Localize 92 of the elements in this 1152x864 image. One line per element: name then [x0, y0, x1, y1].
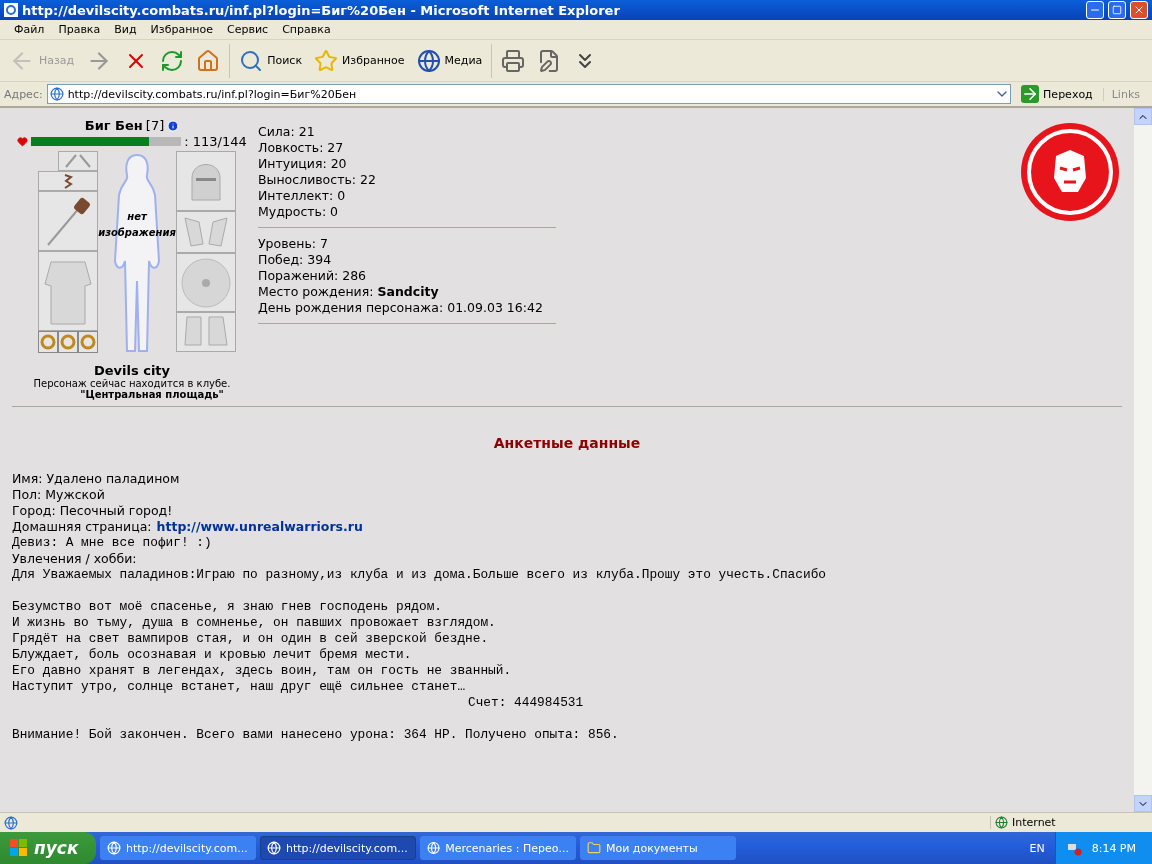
stat-line: Ловкость: 27 — [258, 140, 345, 156]
address-label: Адрес: — [4, 87, 43, 101]
refresh-icon — [160, 48, 185, 73]
item-slot[interactable] — [38, 171, 98, 191]
profile-line: Увлечения / хобби: — [12, 551, 138, 567]
profile-line: Город: Песочный город! — [12, 503, 174, 519]
stat-line: Уровень: 7 — [258, 236, 329, 252]
text-line: Внимание! Бой закончен. Всего вами нанесено урона: 364 HP. Получено опыта: 856. — [12, 727, 620, 743]
arrow-right-icon — [1021, 85, 1040, 103]
character-level: [7] — [145, 118, 165, 133]
text-line: И жизнь во тьму, душа в сомненье, он павших провожает взглядом. — [12, 615, 497, 631]
close-button[interactable] — [1130, 1, 1148, 19]
shield-icon — [180, 256, 232, 309]
scroll-up-button[interactable] — [1134, 108, 1152, 125]
item-slot[interactable] — [38, 331, 58, 353]
home-icon — [196, 48, 221, 73]
stat-line: День рождения персонажа: 01.09.03 16:42 — [258, 300, 544, 316]
homepage-link[interactable]: http://www.unrealwarriors.ru — [156, 519, 363, 535]
window-title: http://devilscity.combats.ru/inf.pl?login=Биг%20Бен - Microsoft Internet Explorer — [22, 2, 621, 18]
maximize-button[interactable] — [1108, 1, 1126, 19]
menu-item[interactable]: Правка — [52, 23, 109, 36]
item-slot[interactable] — [78, 331, 98, 353]
menu-item[interactable]: Избранное — [144, 23, 222, 36]
clock: 8:14 PM — [1091, 841, 1136, 855]
browser-page-icon — [427, 841, 441, 855]
ring-icon — [40, 334, 56, 350]
scroll-down-button[interactable] — [1134, 795, 1152, 812]
profile-line: Пол: Мужской — [12, 487, 106, 503]
profile-label: Домашняя страница: — [12, 519, 152, 535]
menu-item[interactable]: Файл — [8, 23, 53, 36]
text-line: Наступит утро, солнце встанет, наш друг ещё сильнее станет… — [12, 679, 467, 695]
taskbar-button[interactable]: http://devilscity.com... — [100, 836, 256, 860]
address-field[interactable]: http://devilscity.combats.ru/inf.pl?login=Биг%20Бен — [46, 84, 1012, 104]
location-name: "Центральная площадь" — [80, 389, 224, 400]
info-icon[interactable] — [167, 119, 180, 132]
ring-icon — [60, 334, 76, 350]
profile-line: Имя: Удалено паладином — [12, 471, 181, 487]
star-icon — [314, 48, 339, 73]
folder-icon — [587, 841, 601, 855]
taskbar-button[interactable]: http://devilscity.com... — [260, 836, 416, 860]
favorites-button[interactable]: Избранное — [311, 46, 408, 75]
boots-icon — [181, 315, 231, 349]
media-button[interactable]: Медиа — [413, 46, 486, 75]
menu-item[interactable]: Вид — [108, 23, 145, 36]
browser-page-icon — [49, 87, 64, 101]
browser-page-icon — [267, 841, 281, 855]
taskbar-button[interactable]: Mercenaries : Перео... — [420, 836, 576, 860]
no-image-text: нет изображения — [97, 210, 177, 240]
search-icon — [239, 48, 264, 73]
menu-item[interactable]: Сервис — [221, 23, 277, 36]
gloves-icon — [181, 214, 231, 250]
language-indicator[interactable]: EN — [1029, 841, 1045, 855]
health-reading: : 113/144 — [184, 134, 247, 149]
browser-page-icon — [4, 815, 18, 830]
zone-label: Internet — [1012, 816, 1056, 829]
start-button[interactable]: пуск — [0, 832, 96, 864]
text-line: Блуждает, боль осознавая и кровью лечит бремя мести. — [12, 647, 413, 663]
taskbar-button[interactable]: Мои документы — [580, 836, 736, 860]
character-name: Биг Бен — [84, 118, 143, 133]
section-title: Анкетные данные — [492, 435, 642, 451]
go-button[interactable]: Переход — [1015, 85, 1099, 103]
stat-line: Место рождения: Sandcity — [258, 284, 440, 300]
close-icon — [1133, 4, 1145, 16]
stat-line: Выносливость: 22 — [258, 172, 377, 188]
maximize-icon — [1112, 5, 1122, 15]
text-line: Грядёт на свет вампиров стая, и он один в сей зверской бездне. — [12, 631, 490, 647]
city-name: Devils city — [93, 363, 171, 378]
stat-line: Интуиция: 20 — [258, 156, 348, 172]
search-button[interactable]: Поиск — [236, 46, 306, 75]
printer-icon — [501, 48, 526, 73]
minimize-button[interactable] — [1086, 1, 1104, 19]
stat-line: Побед: 394 — [258, 252, 333, 268]
browser-page-icon — [107, 841, 121, 855]
text-line: Безумство вот моё спасенье, я знаю гнев господень рядом. — [12, 599, 444, 615]
heart-icon — [17, 136, 29, 147]
globe-icon — [416, 48, 441, 73]
stat-line: Мудрость: 0 — [258, 204, 340, 220]
item-slot[interactable] — [58, 331, 78, 353]
stat-line: Интеллект: 0 — [258, 188, 347, 204]
globe-icon — [995, 816, 1008, 829]
text-line: Для Уважаемых паладинов:Играю по разному,из клуба и из дома.Больше всего из клуба.Прошу это учесть.Спасибо — [12, 567, 827, 583]
stat-line: Сила: 21 — [258, 124, 316, 140]
text-line: Девиз: А мне все пофиг! :) — [12, 535, 213, 551]
menu-item[interactable]: Справка — [276, 23, 339, 36]
location-text: Персонаж сейчас находится в клубе. — [33, 378, 231, 389]
browser-page-icon — [4, 3, 18, 17]
stat-line: Поражений: 286 — [258, 268, 368, 284]
text-line: Его давно хранят в легендах, здесь воин, там он гость не званный. — [12, 663, 513, 679]
account-number: Счет: 444984531 — [467, 695, 585, 711]
windows-logo-icon — [10, 839, 28, 857]
item-slot[interactable] — [38, 191, 98, 251]
ring-icon — [80, 334, 96, 350]
